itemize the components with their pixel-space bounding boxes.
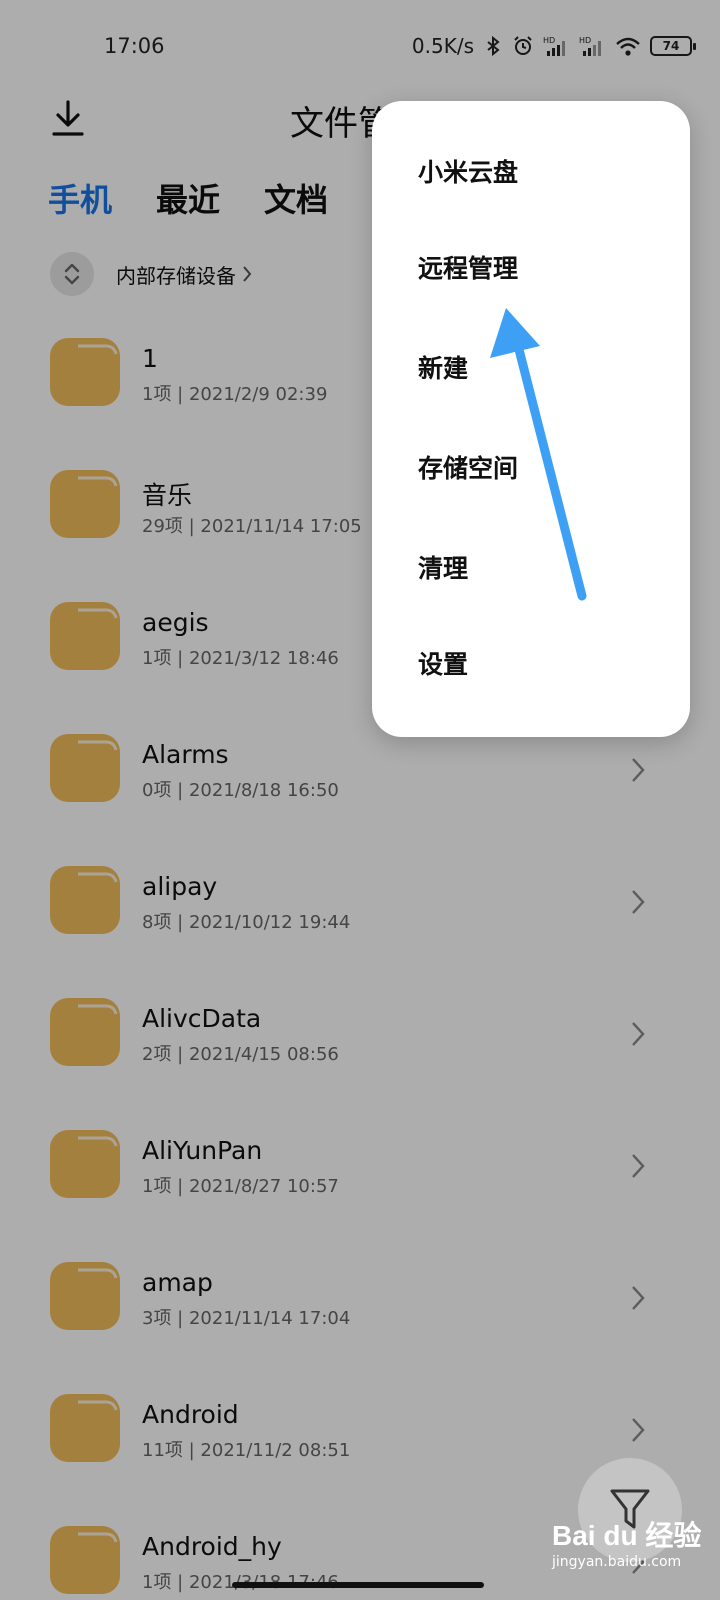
baidu-jingyan-watermark: Bai du 经验 jingyan.baidu.com [552, 1514, 701, 1570]
watermark-logo: Bai du 经验 [552, 1520, 702, 1551]
overflow-menu: 小米云盘 远程管理 新建 存储空间 清理 设置 [372, 101, 690, 737]
menu-item-new[interactable]: 新建 [418, 349, 468, 385]
menu-item-clean[interactable]: 清理 [418, 549, 468, 585]
watermark-url: jingyan.baidu.com [552, 1554, 682, 1570]
menu-item-storage[interactable]: 存储空间 [418, 449, 518, 485]
menu-item-settings[interactable]: 设置 [418, 645, 468, 681]
menu-item-mi-cloud[interactable]: 小米云盘 [418, 153, 518, 189]
menu-item-remote-manage[interactable]: 远程管理 [418, 249, 518, 285]
home-indicator[interactable] [232, 1582, 484, 1588]
file-manager-screen: 17:06 0.5K/s HD HD 74 文件管理 手机 最近 文档 内部存储… [0, 0, 720, 1600]
